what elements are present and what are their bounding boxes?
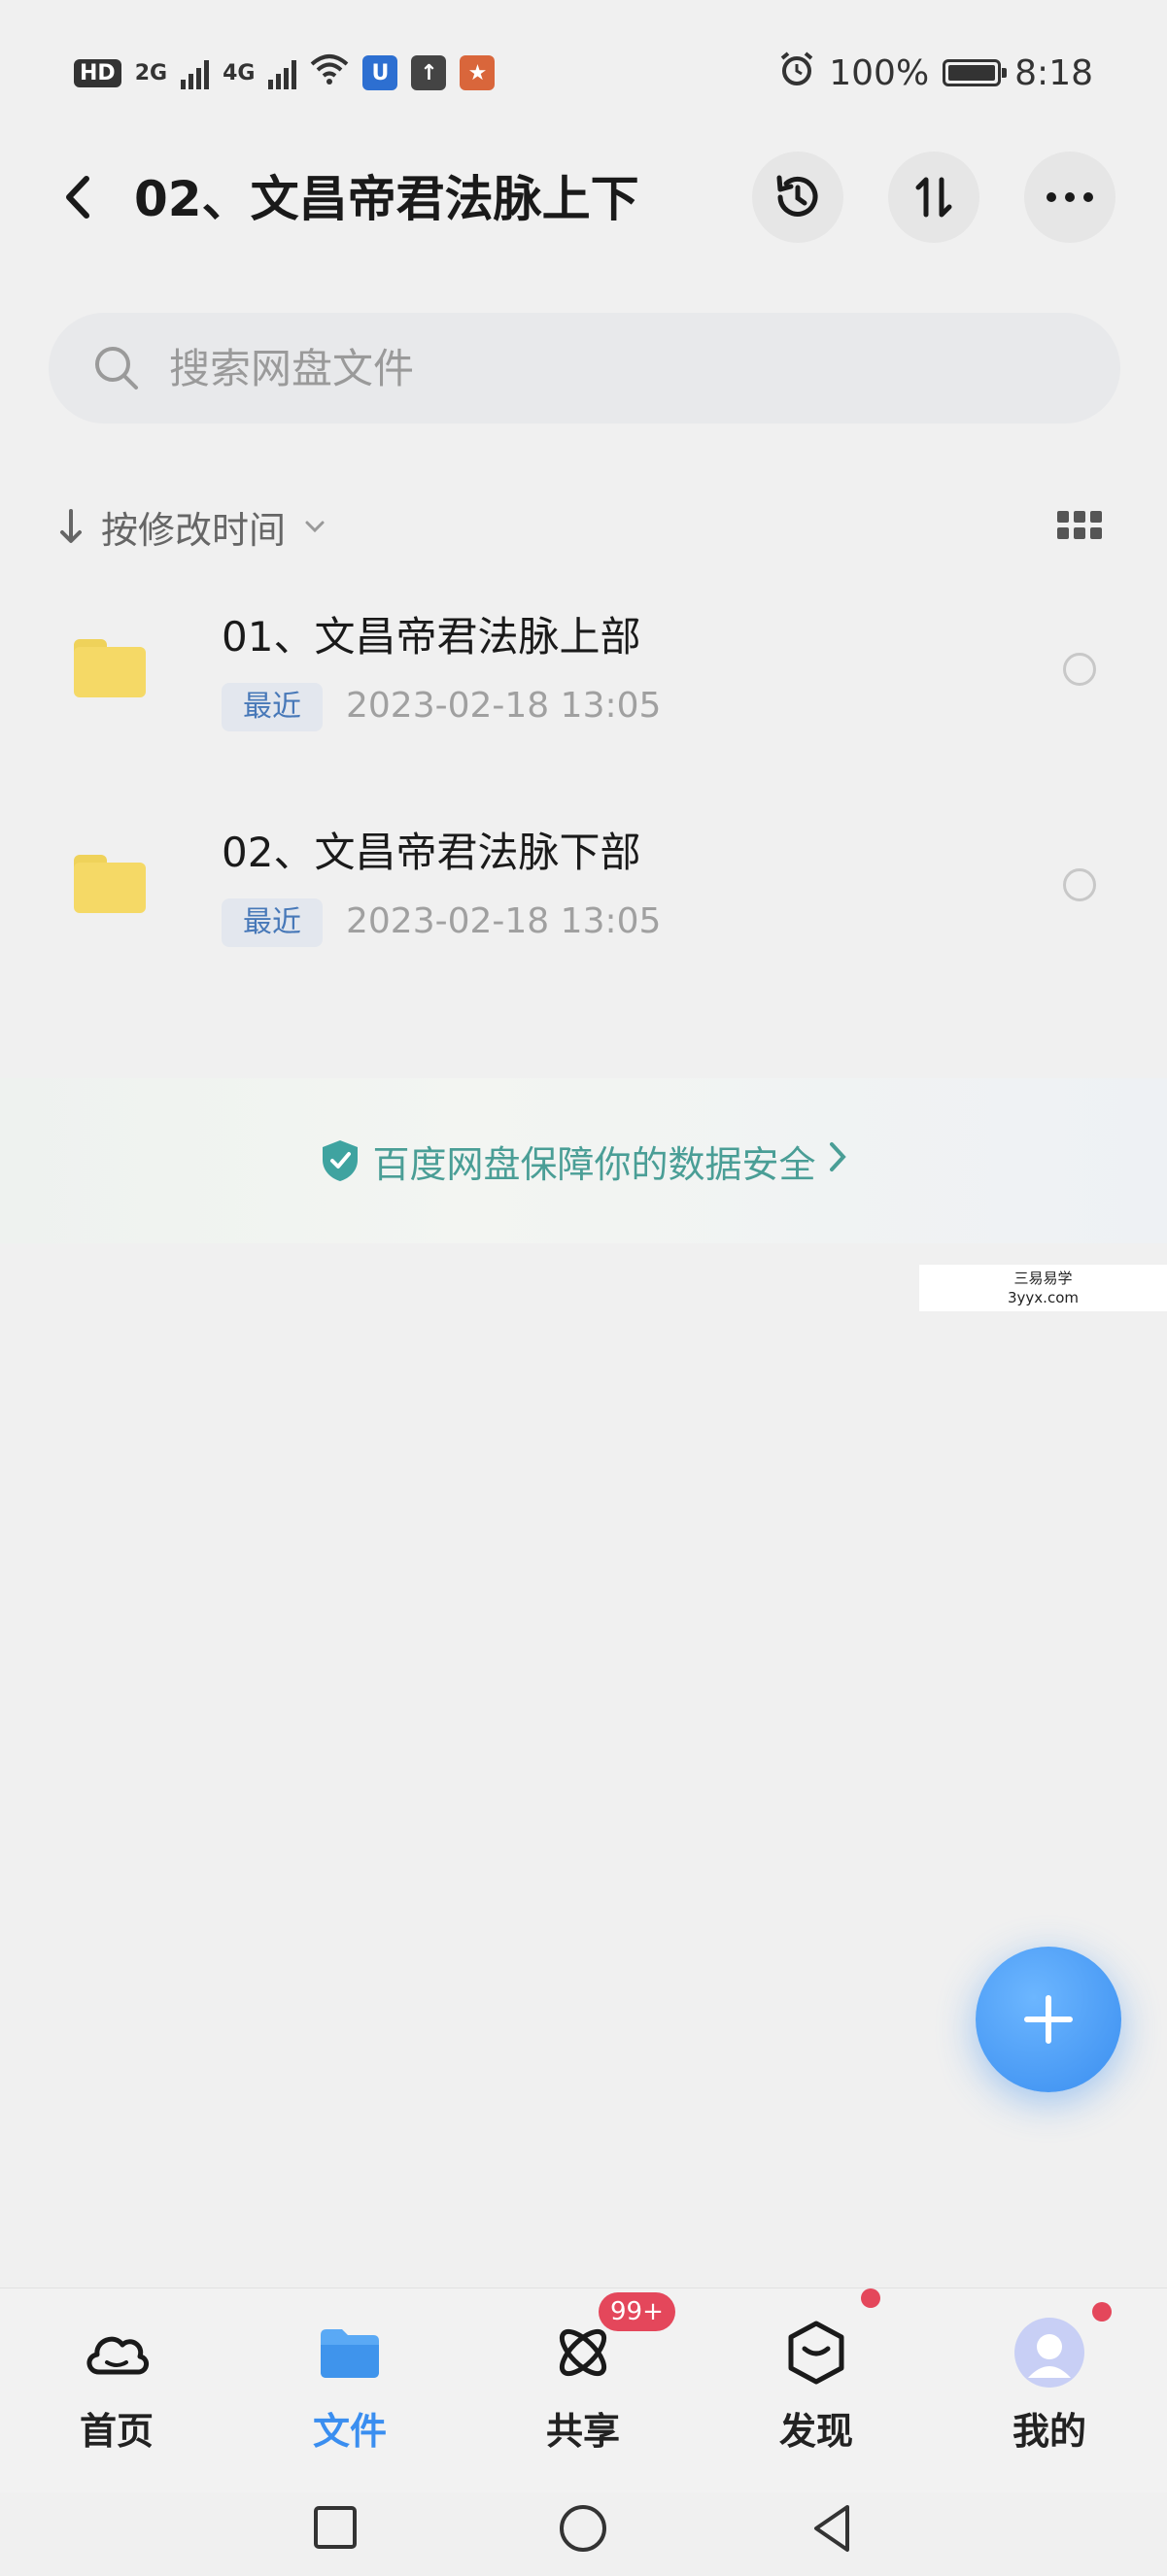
- chevron-down-icon: [305, 521, 325, 533]
- nav-share[interactable]: 99+ 共享: [505, 2292, 675, 2455]
- banner-text: 百度网盘保障你的数据安全: [372, 1142, 816, 1186]
- file-name: 02、文昌帝君法脉下部: [222, 829, 641, 876]
- search-bar[interactable]: [49, 313, 1120, 424]
- nav-discover[interactable]: 发现: [738, 2288, 894, 2455]
- clock-time: 8:18: [1014, 52, 1093, 93]
- history-clock-icon: [776, 175, 818, 217]
- upload-arrow-icon: ↑: [411, 55, 447, 90]
- file-name: 01、文昌帝君法脉上部: [222, 613, 641, 661]
- page-title: 02、文昌帝君法脉上下: [134, 171, 639, 227]
- share-orbit-icon: 99+: [548, 2292, 675, 2388]
- back-button[interactable]: [49, 163, 107, 231]
- alarm-icon: [778, 51, 815, 96]
- folder-icon: [74, 855, 146, 913]
- watermark-line2: 3yyx.com: [1008, 1289, 1079, 1306]
- signal-icon: [181, 56, 210, 89]
- watermark: 三易易学 3yyx.com: [919, 1265, 1167, 1311]
- avatar-icon: [1014, 2302, 1112, 2388]
- share-count-badge: 99+: [599, 2292, 675, 2331]
- file-row[interactable]: 02、文昌帝君法脉下部 最近 2023-02-18 13:05: [0, 789, 1167, 993]
- chevron-right-icon: [828, 1138, 847, 1183]
- search-icon: [95, 347, 138, 390]
- discover-box-icon: [781, 2288, 880, 2388]
- history-button[interactable]: [752, 152, 843, 243]
- status-left-icons: HD 2G 4G U ↑ ★: [74, 51, 496, 95]
- file-row[interactable]: 01、文昌帝君法脉上部 最近 2023-02-18 13:05: [0, 573, 1167, 777]
- grid-view-toggle-icon[interactable]: [1057, 511, 1102, 544]
- nav-label: 首页: [79, 2410, 154, 2453]
- sort-arrow-down-icon: [60, 509, 82, 543]
- notification-dot: [861, 2288, 880, 2308]
- nav-mine[interactable]: 我的: [972, 2302, 1127, 2455]
- nav-label: 发现: [778, 2410, 853, 2453]
- app-game-icon: ★: [460, 55, 496, 90]
- battery-percent: 100%: [829, 52, 930, 93]
- folder-icon: [315, 2318, 385, 2388]
- nav-label: 文件: [312, 2410, 387, 2453]
- recent-badge: 最近: [222, 898, 323, 947]
- hd-label: HD: [74, 58, 121, 87]
- more-button[interactable]: [1024, 152, 1116, 243]
- wifi-icon: [310, 52, 349, 94]
- status-right-icons: 100% 8:18: [778, 51, 1093, 95]
- select-radio[interactable]: [1063, 653, 1096, 686]
- battery-icon: [943, 59, 1008, 86]
- system-nav-bar: [0, 2491, 1167, 2576]
- file-date: 2023-02-18 13:05: [346, 901, 662, 941]
- transfer-button[interactable]: [888, 152, 979, 243]
- recent-apps-square-icon[interactable]: [313, 2505, 358, 2550]
- sort-label: 按修改时间: [101, 508, 287, 552]
- nav-files[interactable]: 文件: [272, 2318, 428, 2455]
- security-banner[interactable]: 百度网盘保障你的数据安全: [0, 1078, 1167, 1243]
- notification-dot: [1092, 2302, 1112, 2322]
- watermark-line1: 三易易学: [1013, 1270, 1073, 1287]
- nav-label: 共享: [545, 2410, 620, 2453]
- folder-icon: [74, 639, 146, 697]
- add-button[interactable]: [976, 1947, 1121, 2092]
- recent-badge: 最近: [222, 683, 323, 731]
- signal-icon-2: [268, 56, 297, 89]
- app-u-icon: U: [362, 55, 398, 90]
- status-bar: HD 2G 4G U ↑ ★ 100% 8:18: [0, 0, 1167, 146]
- search-input[interactable]: [167, 343, 948, 393]
- home-circle-icon[interactable]: [558, 2503, 608, 2554]
- transfer-arrows-icon: [915, 177, 952, 218]
- nav-label: 我的: [1012, 2410, 1086, 2453]
- select-radio[interactable]: [1063, 868, 1096, 901]
- plus-icon: [1024, 1995, 1073, 2044]
- cloud-icon: [82, 2318, 152, 2388]
- shield-icon: [323, 1140, 359, 1181]
- more-dots-icon: [1047, 192, 1093, 202]
- chevron-left-icon: [66, 176, 89, 219]
- bottom-nav: 首页 文件 99+ 共享 发现 我的: [0, 2288, 1167, 2492]
- back-triangle-icon[interactable]: [810, 2503, 853, 2554]
- file-date: 2023-02-18 13:05: [346, 686, 662, 726]
- sim2-label: 4G: [223, 60, 256, 85]
- sort-selector[interactable]: 按修改时间: [58, 499, 326, 554]
- sim1-label: 2G: [134, 60, 168, 85]
- nav-home[interactable]: 首页: [39, 2318, 194, 2455]
